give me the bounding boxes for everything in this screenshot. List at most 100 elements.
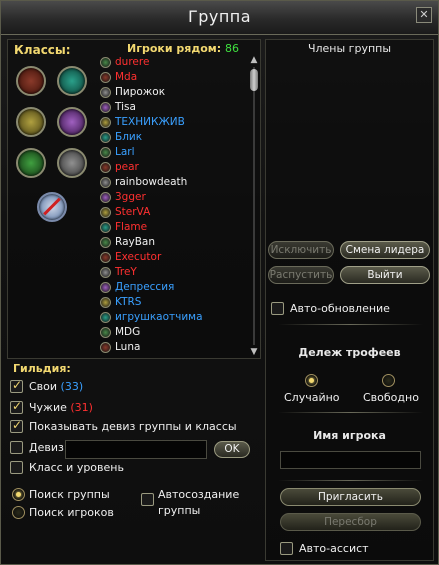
class-icon-5[interactable]	[16, 148, 46, 178]
classes-label: Классы:	[14, 43, 71, 57]
reselect-button[interactable]: Пересбор	[280, 513, 421, 531]
invite-button[interactable]: Пригласить	[280, 488, 421, 506]
player-row[interactable]: Executor	[98, 250, 238, 265]
player-name: KTRS	[115, 296, 142, 308]
player-class-icon	[100, 297, 111, 308]
loot-random-label: Случайно	[284, 391, 340, 404]
loot-free-label: Свободно	[363, 391, 419, 404]
own-guild-count: (33)	[60, 380, 84, 393]
player-class-icon	[100, 327, 111, 338]
loot-free-radio[interactable]	[382, 374, 395, 387]
class-level-checkbox[interactable]	[10, 461, 23, 474]
class-level-label: Класс и уровень	[29, 461, 124, 474]
search-players-radio[interactable]	[12, 506, 25, 519]
player-name: MDG	[115, 326, 141, 338]
player-row[interactable]: Депрессия	[98, 280, 238, 295]
player-row[interactable]: Mda	[98, 70, 238, 85]
scroll-track[interactable]	[253, 67, 255, 345]
class-icon-2[interactable]	[57, 66, 87, 96]
player-row[interactable]: MDG	[98, 325, 238, 340]
player-class-icon	[100, 282, 111, 293]
player-row[interactable]: Luna	[98, 340, 238, 355]
player-class-icon	[100, 222, 111, 233]
player-list: durere Mda Пирожок Tisa ТЕХНИКЖИВ Блик Larl pea…	[98, 55, 238, 357]
disband-button[interactable]: Распустить	[268, 266, 334, 284]
search-group-radio[interactable]	[12, 488, 25, 501]
own-guild-checkbox[interactable]	[10, 378, 23, 393]
own-guild-label: Свои (33)	[29, 380, 84, 393]
title-bar[interactable]: Группа ✕	[1, 1, 438, 35]
player-row[interactable]: игрушкаотчима	[98, 310, 238, 325]
motto-input[interactable]	[65, 440, 207, 459]
guild-label: Гильдия:	[13, 362, 71, 375]
separator	[278, 412, 423, 413]
player-name: Блик	[115, 131, 143, 143]
player-class-icon	[100, 147, 111, 158]
player-name: Пирожок	[115, 86, 166, 98]
change-leader-button[interactable]: Смена лидера	[340, 241, 430, 259]
player-class-icon	[100, 87, 111, 98]
close-icon[interactable]: ✕	[416, 7, 432, 23]
player-row[interactable]: SterVA	[98, 205, 238, 220]
class-icon-4[interactable]	[57, 107, 87, 137]
player-class-icon	[100, 72, 111, 83]
group-members-panel: Члены группы Исключить Смена лидера Расп…	[265, 39, 434, 561]
window-title: Группа	[187, 7, 252, 26]
player-class-icon	[100, 342, 111, 353]
show-motto-checkbox[interactable]	[10, 418, 23, 433]
player-row[interactable]: Блик	[98, 130, 238, 145]
group-window: Группа ✕ Классы: Игроки рядом: 86 durere…	[0, 0, 439, 565]
player-name: ТЕХНИКЖИВ	[115, 116, 185, 128]
motto-checkbox[interactable]	[10, 441, 23, 454]
player-row[interactable]: Flame	[98, 220, 238, 235]
player-row[interactable]: pear	[98, 160, 238, 175]
player-row[interactable]: TreY	[98, 265, 238, 280]
player-name: Executor	[115, 251, 162, 263]
class-none-icon[interactable]	[37, 192, 67, 222]
player-name: 3gger	[115, 191, 146, 203]
kick-button[interactable]: Исключить	[268, 241, 334, 259]
scroll-up-icon[interactable]: ▲	[249, 55, 259, 65]
leave-button[interactable]: Выйти	[340, 266, 430, 284]
autocreate-group-checkbox[interactable]	[141, 493, 154, 506]
scroll-down-icon[interactable]: ▼	[249, 347, 259, 357]
player-name: TreY	[115, 266, 137, 278]
scroll-thumb[interactable]	[250, 69, 258, 91]
player-row[interactable]: Larl	[98, 145, 238, 160]
motto-ok-button[interactable]: OK	[214, 441, 250, 458]
auto-update-checkbox[interactable]	[271, 302, 284, 315]
player-class-icon	[100, 177, 111, 188]
player-row[interactable]: rainbowdeath	[98, 175, 238, 190]
player-row[interactable]: 3gger	[98, 190, 238, 205]
player-name-input[interactable]	[280, 451, 421, 469]
player-name: Larl	[115, 146, 135, 158]
loot-random-radio[interactable]	[305, 374, 318, 387]
auto-assist-checkbox[interactable]	[280, 542, 293, 555]
auto-assist-label: Авто-ассист	[299, 542, 369, 555]
class-icon-6[interactable]	[57, 148, 87, 178]
player-row[interactable]: durere	[98, 55, 238, 70]
player-name: Депрессия	[115, 281, 175, 293]
player-row[interactable]: KTRS	[98, 295, 238, 310]
player-class-icon	[100, 237, 111, 248]
search-group-label: Поиск группы	[29, 488, 110, 501]
player-row[interactable]: ТЕХНИКЖИВ	[98, 115, 238, 130]
foreign-guild-label: Чужие (31)	[29, 401, 93, 414]
player-class-icon	[100, 57, 111, 68]
player-row[interactable]: Tisa	[98, 100, 238, 115]
foreign-guild-count: (31)	[70, 401, 93, 414]
separator	[278, 324, 423, 325]
player-class-icon	[100, 207, 111, 218]
class-icon-1[interactable]	[16, 66, 46, 96]
players-nearby-label: Игроки рядом: 86	[127, 42, 239, 55]
class-icon-3[interactable]	[16, 107, 46, 137]
player-row[interactable]: Пирожок	[98, 85, 238, 100]
player-name-title: Имя игрока	[313, 429, 386, 442]
player-row[interactable]: RayBan	[98, 235, 238, 250]
search-players-label: Поиск игроков	[29, 506, 114, 519]
loot-title: Дележ трофеев	[298, 346, 401, 359]
player-class-icon	[100, 132, 111, 143]
foreign-guild-checkbox[interactable]	[10, 399, 23, 414]
autocreate-group-label-line1: Автосоздание	[158, 488, 240, 501]
player-list-scrollbar[interactable]: ▲ ▼	[249, 55, 259, 357]
